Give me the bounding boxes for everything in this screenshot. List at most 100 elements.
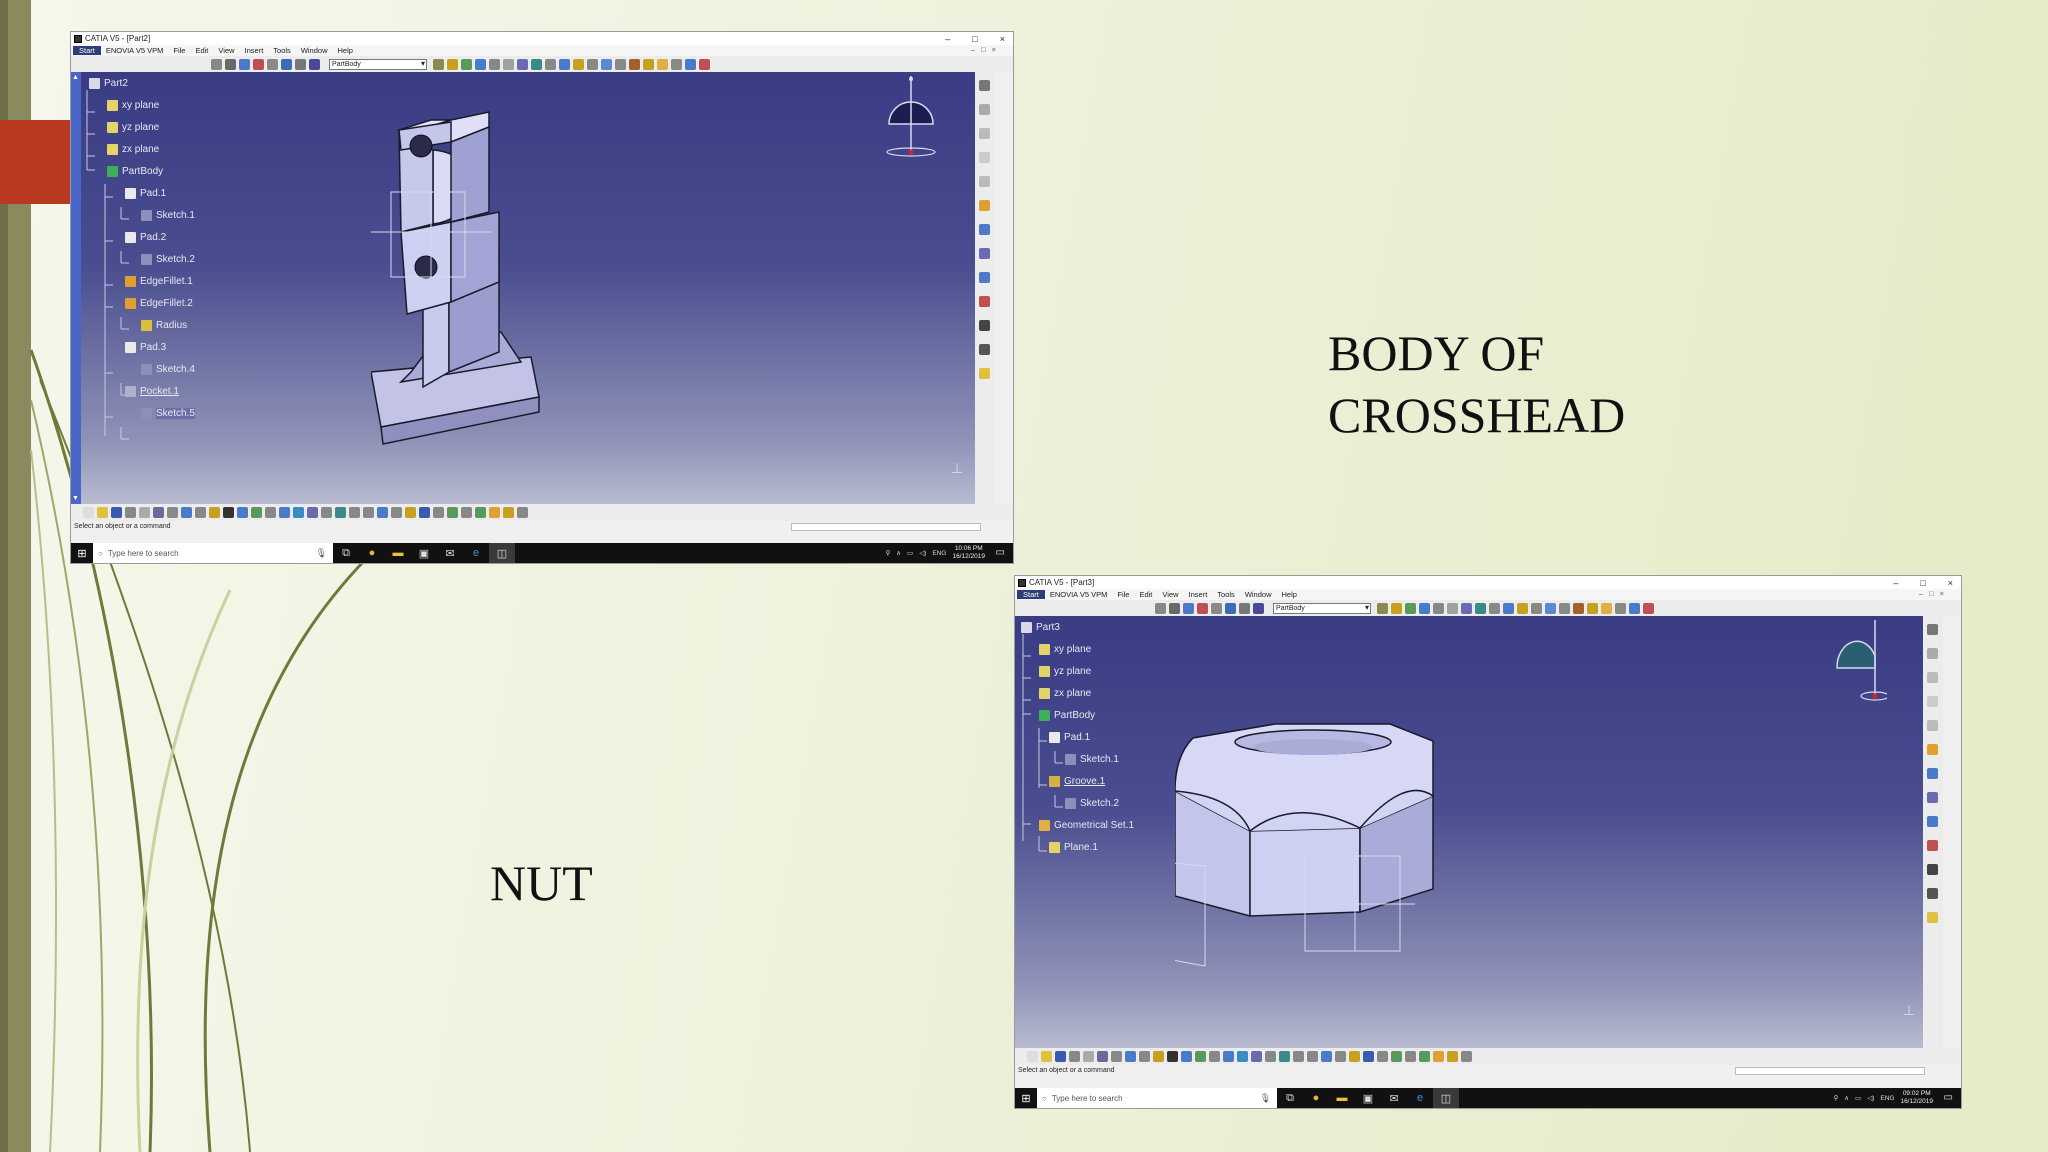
toolbar-tool-icon[interactable] bbox=[643, 58, 654, 70]
toolbar-tool-icon[interactable] bbox=[545, 58, 556, 70]
menu-enovia[interactable]: ENOVIA V5 VPM bbox=[101, 46, 169, 55]
toolbar-tool-icon[interactable] bbox=[1531, 602, 1542, 614]
toolbar-tool-icon[interactable] bbox=[1377, 602, 1388, 614]
toolbar-tool-icon[interactable] bbox=[237, 507, 248, 518]
toolbar-tool-icon[interactable] bbox=[321, 507, 332, 518]
toolbar-tool-icon[interactable] bbox=[979, 128, 990, 139]
tree-item[interactable]: zx plane bbox=[1039, 688, 1091, 699]
toolbar-tool-icon[interactable] bbox=[1391, 1051, 1402, 1062]
toolbar-tool-icon[interactable] bbox=[1927, 792, 1938, 803]
power-input[interactable] bbox=[791, 523, 981, 531]
toolbar-tool-icon[interactable] bbox=[391, 507, 402, 518]
toolbar-tool-icon[interactable] bbox=[1335, 1051, 1346, 1062]
catia-window-part3[interactable]: CATIA V5 - [Part3] – □ × Start ENOVIA V5… bbox=[1014, 575, 1962, 1109]
close-button[interactable]: × bbox=[1948, 578, 1953, 588]
toolbar-tool-icon[interactable] bbox=[1223, 1051, 1234, 1062]
toolbar-tool-icon[interactable] bbox=[979, 272, 990, 283]
toolbar-tool-icon[interactable] bbox=[1211, 602, 1222, 614]
toolbar-tool-icon[interactable] bbox=[1377, 1051, 1388, 1062]
hex-nut-model[interactable] bbox=[1175, 716, 1515, 976]
maximize-button[interactable]: □ bbox=[972, 34, 977, 44]
toolbar-tool-icon[interactable] bbox=[461, 58, 472, 70]
tree-item[interactable]: xy plane bbox=[107, 100, 159, 111]
body-selector-combo[interactable]: PartBody bbox=[1273, 602, 1371, 614]
toolbar-tool-icon[interactable] bbox=[1927, 912, 1938, 923]
toolbar-tool-icon[interactable] bbox=[153, 507, 164, 518]
toolbar-tool-icon[interactable] bbox=[979, 176, 990, 187]
tree-item[interactable]: Sketch.5 bbox=[141, 408, 195, 419]
toolbar-tool-icon[interactable] bbox=[1927, 648, 1938, 659]
toolbar-tool-icon[interactable] bbox=[979, 224, 990, 235]
toolbar-tool-icon[interactable] bbox=[1545, 602, 1556, 614]
toolbar-tool-icon[interactable] bbox=[559, 58, 570, 70]
toolbar-tool-icon[interactable] bbox=[1307, 1051, 1318, 1062]
menu-tools[interactable]: Tools bbox=[268, 46, 296, 55]
tree-item[interactable]: Sketch.2 bbox=[141, 254, 195, 265]
battery-icon[interactable]: ▭ bbox=[1855, 1094, 1861, 1102]
tree-item[interactable]: Part3 bbox=[1021, 622, 1060, 633]
taskbar-search-box[interactable]: ○ Type here to search 🎙 bbox=[1037, 1088, 1277, 1108]
menu-file[interactable]: File bbox=[1112, 590, 1134, 599]
file-explorer-icon[interactable]: ▬ bbox=[1329, 1088, 1355, 1108]
toolbar-tool-icon[interactable] bbox=[1629, 602, 1640, 614]
tree-item[interactable]: yz plane bbox=[1039, 666, 1091, 677]
catia-window-part2[interactable]: CATIA V5 - [Part2] – □ × Start ENOVIA V5… bbox=[70, 31, 1014, 564]
language-indicator[interactable]: ENG bbox=[932, 550, 946, 557]
tree-item[interactable]: Plane.1 bbox=[1049, 842, 1098, 853]
task-view-icon[interactable]: ⧉ bbox=[333, 543, 359, 563]
catia-taskbar-icon[interactable]: ◫ bbox=[1433, 1088, 1459, 1108]
menu-view[interactable]: View bbox=[213, 46, 239, 55]
tree-item[interactable]: PartBody bbox=[107, 166, 163, 177]
microphone-icon[interactable]: 🎙 bbox=[1260, 1093, 1271, 1104]
toolbar-tool-icon[interactable] bbox=[1433, 602, 1444, 614]
menu-insert[interactable]: Insert bbox=[240, 46, 269, 55]
toolbar-tool-icon[interactable] bbox=[1433, 1051, 1444, 1062]
toolbar-tool-icon[interactable] bbox=[1461, 1051, 1472, 1062]
title-bar[interactable]: CATIA V5 - [Part2] – □ × bbox=[71, 32, 1013, 45]
menu-enovia[interactable]: ENOVIA V5 VPM bbox=[1045, 590, 1113, 599]
toolbar-tool-icon[interactable] bbox=[349, 507, 360, 518]
toolbar-tool-icon[interactable] bbox=[1447, 1051, 1458, 1062]
toolbar-tool-icon[interactable] bbox=[1125, 1051, 1136, 1062]
toolbar-tool-icon[interactable] bbox=[503, 507, 514, 518]
toolbar-tool-icon[interactable] bbox=[1069, 1051, 1080, 1062]
tray-chevron-icon[interactable]: ∧ bbox=[1844, 1094, 1849, 1102]
toolbar-tool-icon[interactable] bbox=[1573, 602, 1584, 614]
toolbar-tool-icon[interactable] bbox=[1363, 1051, 1374, 1062]
volume-icon[interactable]: ◁) bbox=[1867, 1094, 1874, 1102]
mail-icon[interactable]: ✉ bbox=[1381, 1088, 1407, 1108]
toolbar-tool-icon[interactable] bbox=[419, 507, 430, 518]
taskbar-clock[interactable]: 09:02 PM 16/12/2019 bbox=[1900, 1090, 1933, 1106]
toolbar-tool-icon[interactable] bbox=[671, 58, 682, 70]
menu-window[interactable]: Window bbox=[1240, 590, 1277, 599]
toolbar-tool-icon[interactable] bbox=[251, 507, 262, 518]
toolbar-tool-icon[interactable] bbox=[223, 507, 234, 518]
toolbar-tool-icon[interactable] bbox=[1169, 602, 1180, 614]
toolbar-tool-icon[interactable] bbox=[267, 58, 278, 70]
tree-item[interactable]: Geometrical Set.1 bbox=[1039, 820, 1134, 831]
menu-help[interactable]: Help bbox=[333, 46, 358, 55]
crosshead-body-model[interactable] bbox=[371, 82, 691, 482]
toolbar-tool-icon[interactable] bbox=[979, 248, 990, 259]
chrome-icon[interactable]: ● bbox=[359, 543, 385, 563]
toolbar-tool-icon[interactable] bbox=[239, 58, 250, 70]
notification-icon[interactable]: ▭ bbox=[1944, 1092, 1953, 1103]
toolbar-tool-icon[interactable] bbox=[281, 58, 292, 70]
toolbar-tool-icon[interactable] bbox=[447, 507, 458, 518]
menu-start[interactable]: Start bbox=[1017, 590, 1045, 599]
toolbar-tool-icon[interactable] bbox=[1265, 1051, 1276, 1062]
toolbar-tool-icon[interactable] bbox=[195, 507, 206, 518]
toolbar-tool-icon[interactable] bbox=[1321, 1051, 1332, 1062]
tree-item[interactable]: Sketch.4 bbox=[141, 364, 195, 375]
toolbar-tool-icon[interactable] bbox=[979, 80, 990, 91]
menu-edit[interactable]: Edit bbox=[190, 46, 213, 55]
toolbar-tool-icon[interactable] bbox=[209, 507, 220, 518]
toolbar-tool-icon[interactable] bbox=[573, 58, 584, 70]
toolbar-tool-icon[interactable] bbox=[293, 507, 304, 518]
toolbar-tool-icon[interactable] bbox=[1197, 602, 1208, 614]
toolbar-tool-icon[interactable] bbox=[1195, 1051, 1206, 1062]
tree-item[interactable]: zx plane bbox=[107, 144, 159, 155]
windows-start-icon[interactable]: ⊞ bbox=[71, 543, 93, 563]
toolbar-tool-icon[interactable] bbox=[1405, 602, 1416, 614]
toolbar-tool-icon[interactable] bbox=[1111, 1051, 1122, 1062]
